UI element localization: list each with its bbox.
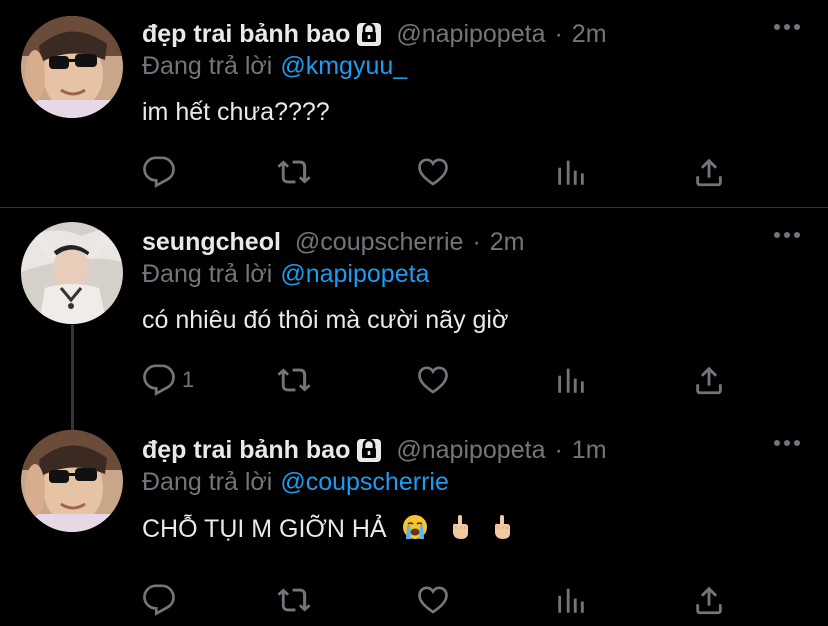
- replying-to: Đang trả lời @kmgyuu_: [142, 52, 407, 81]
- more-icon[interactable]: [774, 22, 800, 32]
- tweet-header: đẹp trai bảnh bao @napipopeta · 1m: [142, 432, 607, 468]
- lock-icon: [354, 19, 384, 49]
- like-button[interactable]: [416, 155, 450, 189]
- author-name[interactable]: đẹp trai bảnh bao: [142, 436, 350, 465]
- tweet[interactable]: đẹp trai bảnh bao @napipopeta · 2m Đang …: [0, 0, 828, 208]
- timestamp[interactable]: 1m: [572, 436, 607, 465]
- mention-link[interactable]: @napipopeta: [280, 260, 429, 288]
- tweet-actions: 1: [142, 363, 742, 397]
- tweet-header: đẹp trai bảnh bao @napipopeta · 2m: [142, 16, 607, 52]
- replying-to: Đang trả lời @coupscherrie: [142, 468, 449, 497]
- share-icon: [696, 366, 722, 395]
- analytics-icon: [558, 588, 584, 613]
- like-button[interactable]: [416, 583, 450, 617]
- reply-button[interactable]: 1: [142, 363, 194, 397]
- tweet[interactable]: seungcheol @coupscherrie · 2m Đang trả l…: [0, 208, 828, 416]
- tweet-header: seungcheol @coupscherrie · 2m: [142, 224, 525, 260]
- author-handle[interactable]: @coupscherrie: [295, 228, 464, 257]
- mention-link[interactable]: @coupscherrie: [280, 468, 449, 496]
- tweet-text: im hết chưa????: [142, 98, 330, 126]
- retweet-icon: [277, 368, 311, 392]
- retweet-button[interactable]: [276, 155, 312, 189]
- share-icon: [696, 158, 722, 187]
- author-name[interactable]: đẹp trai bảnh bao: [142, 20, 350, 49]
- tweet-actions: [142, 155, 742, 189]
- like-icon: [418, 586, 448, 614]
- replying-to: Đang trả lời @napipopeta: [142, 260, 429, 289]
- reply-icon: [143, 584, 175, 616]
- like-icon: [418, 158, 448, 186]
- retweet-icon: [277, 588, 311, 612]
- analytics-button[interactable]: [554, 583, 588, 617]
- share-button[interactable]: [692, 583, 726, 617]
- tweet-actions: [142, 583, 742, 617]
- middle-finger-icon: [491, 514, 513, 547]
- mention-link[interactable]: @kmgyuu_: [280, 52, 407, 80]
- separator: ·: [554, 19, 563, 48]
- reply-count: 1: [182, 367, 195, 392]
- author-handle[interactable]: @napipopeta: [396, 20, 545, 49]
- timestamp[interactable]: 2m: [572, 20, 607, 49]
- tweet-text: có nhiêu đó thôi mà cười nãy giờ: [142, 306, 509, 334]
- lock-icon: [354, 435, 384, 465]
- avatar[interactable]: [21, 222, 123, 324]
- retweet-button[interactable]: [276, 583, 312, 617]
- author-handle[interactable]: @napipopeta: [396, 436, 545, 465]
- retweet-button[interactable]: [276, 363, 312, 397]
- like-icon: [418, 366, 448, 394]
- tweet-text-row: CHỖ TỤI M GIỠN HẢ: [142, 514, 513, 547]
- share-button[interactable]: [692, 155, 726, 189]
- separator: ·: [554, 435, 563, 464]
- avatar[interactable]: [21, 430, 123, 532]
- avatar[interactable]: [21, 16, 123, 118]
- analytics-button[interactable]: [554, 155, 588, 189]
- analytics-button[interactable]: [554, 363, 588, 397]
- reply-icon: [143, 156, 175, 188]
- replying-to-label: Đang trả lời: [142, 468, 273, 496]
- share-button[interactable]: [692, 363, 726, 397]
- tweet-text: CHỖ TỤI M GIỠN HẢ: [142, 515, 387, 544]
- more-icon[interactable]: [774, 438, 800, 448]
- loudly-crying-face-icon: [402, 514, 428, 547]
- author-name[interactable]: seungcheol: [142, 228, 281, 257]
- timestamp[interactable]: 2m: [490, 228, 525, 257]
- analytics-icon: [558, 160, 584, 185]
- share-icon: [696, 586, 722, 615]
- reply-button[interactable]: [142, 155, 182, 189]
- tweet[interactable]: đẹp trai bảnh bao @napipopeta · 1m Đang …: [0, 416, 828, 624]
- middle-finger-icon: [449, 514, 471, 547]
- reply-icon: [143, 364, 175, 396]
- replying-to-label: Đang trả lời: [142, 260, 273, 288]
- reply-button[interactable]: [142, 583, 182, 617]
- separator: ·: [472, 227, 481, 256]
- retweet-icon: [277, 160, 311, 184]
- replying-to-label: Đang trả lời: [142, 52, 273, 80]
- analytics-icon: [558, 368, 584, 393]
- more-icon[interactable]: [774, 230, 800, 240]
- like-button[interactable]: [416, 363, 450, 397]
